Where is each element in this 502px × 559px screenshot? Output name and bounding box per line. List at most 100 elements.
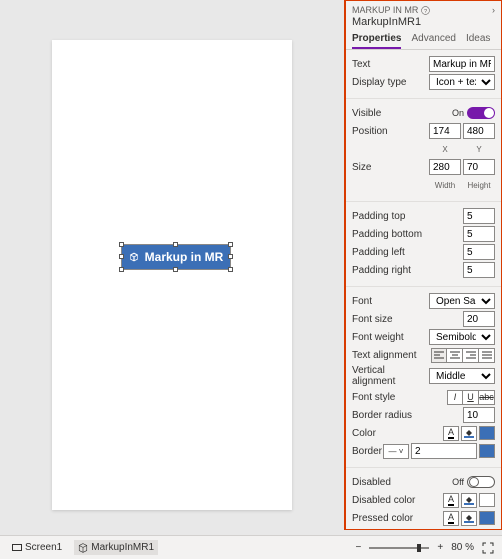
align-center-icon [450,351,460,359]
zoom-slider[interactable] [369,547,429,549]
align-right-icon [466,351,476,359]
disabled-color-label: Disabled color [352,495,443,506]
pressed-swatch[interactable] [479,511,495,525]
underline-button[interactable]: U [463,390,479,405]
control-label: Markup in MR [145,250,224,264]
disabled-state: Off [452,477,464,487]
align-justify-button[interactable] [479,348,495,363]
size-h-input[interactable] [463,159,495,175]
disabled-swatch[interactable] [479,493,495,507]
display-type-select[interactable]: Icon + text [429,74,495,90]
bucket-icon [464,513,474,523]
fit-screen-icon[interactable] [482,542,494,554]
cube-icon [129,252,139,262]
pad-bottom-label: Padding bottom [352,229,463,240]
expand-icon[interactable]: › [492,5,495,15]
font-size-label: Font size [352,314,463,325]
size-label: Size [352,162,429,173]
align-right-button[interactable] [463,348,479,363]
font-weight-select[interactable]: Semibold [429,329,495,345]
pad-left-label: Padding left [352,247,463,258]
breadcrumb-screen[interactable]: Screen1 [8,540,66,555]
font-color-button[interactable]: A [443,426,459,441]
font-color-icon: A [448,512,454,524]
font-size-input[interactable] [463,311,495,327]
pad-right-input[interactable] [463,262,495,278]
properties-panel: MARKUP IN MR ? › MarkupInMR1 Properties … [344,0,502,530]
disabled-font-color-button[interactable]: A [443,493,459,508]
info-icon[interactable]: ? [421,6,430,15]
strike-icon: abc [479,392,494,402]
color-label: Color [352,428,443,439]
italic-button[interactable]: I [447,390,463,405]
pad-top-input[interactable] [463,208,495,224]
zoom-level: 80 % [451,542,474,553]
font-style-label: Font style [352,392,447,403]
tab-ideas[interactable]: Ideas [466,33,490,49]
tab-properties[interactable]: Properties [352,33,401,49]
font-weight-label: Font weight [352,332,429,343]
cube-icon [78,543,88,553]
screen-icon [12,543,22,553]
color-swatch[interactable] [479,426,495,440]
device-canvas[interactable]: Markup in MR [52,40,292,510]
align-justify-icon [482,351,492,359]
vert-align-label: Vertical alignment [352,365,429,387]
disabled-fill-button[interactable] [461,493,477,508]
pressed-font-color-button[interactable]: A [443,511,459,526]
disabled-label: Disabled [352,477,452,488]
fill-color-button[interactable] [461,426,477,441]
pressed-color-label: Pressed color [352,513,443,524]
border-swatch[interactable] [479,444,495,458]
position-y-input[interactable] [463,123,495,139]
zoom-in-button[interactable]: + [437,542,443,553]
border-label: Border [352,446,383,457]
selected-control[interactable]: Markup in MR [122,245,230,269]
pressed-fill-button[interactable] [461,511,477,526]
pad-left-input[interactable] [463,244,495,260]
disabled-toggle[interactable] [467,476,495,488]
border-style-select[interactable]: — ˅ [383,444,409,459]
hover-swatch[interactable] [479,529,495,530]
breadcrumb-control[interactable]: MarkupInMR1 [74,540,158,555]
pad-right-label: Padding right [352,265,463,276]
underline-icon: U [467,392,474,402]
size-w-input[interactable] [429,159,461,175]
strike-button[interactable]: abc [479,390,495,405]
align-center-button[interactable] [447,348,463,363]
tab-advanced[interactable]: Advanced [411,33,455,49]
bucket-icon [464,428,474,438]
panel-category: MARKUP IN MR ? › [352,5,495,15]
markup-in-mr-button[interactable]: Markup in MR [122,245,230,269]
visible-label: Visible [352,108,452,119]
status-bar: Screen1 MarkupInMR1 − + 80 % [0,535,502,559]
font-select[interactable]: Open Sans [429,293,495,309]
visible-state: On [452,108,464,118]
display-type-label: Display type [352,77,429,88]
align-left-button[interactable] [431,348,447,363]
position-x-input[interactable] [429,123,461,139]
font-color-icon: A [448,494,454,506]
hover-font-color-button[interactable]: A [443,529,459,531]
hover-fill-button[interactable] [461,529,477,531]
align-left-icon [434,351,444,359]
panel-tabs: Properties Advanced Ideas [346,30,501,50]
zoom-out-button[interactable]: − [356,542,362,553]
border-radius-label: Border radius [352,410,463,421]
bucket-icon [464,495,474,505]
pad-top-label: Padding top [352,211,463,222]
svg-text:?: ? [424,8,427,14]
canvas-area[interactable]: Markup in MR [0,0,344,530]
control-name: MarkupInMR1 [352,16,495,28]
visible-toggle[interactable] [467,107,495,119]
text-label: Text [352,59,429,70]
text-input[interactable] [429,56,495,72]
font-color-icon: A [448,427,454,439]
vert-align-select[interactable]: Middle [429,368,495,384]
border-radius-input[interactable] [463,407,495,423]
position-label: Position [352,126,429,137]
border-width-input[interactable] [411,443,477,459]
font-label: Font [352,296,429,307]
pad-bottom-input[interactable] [463,226,495,242]
text-align-label: Text alignment [352,350,431,361]
